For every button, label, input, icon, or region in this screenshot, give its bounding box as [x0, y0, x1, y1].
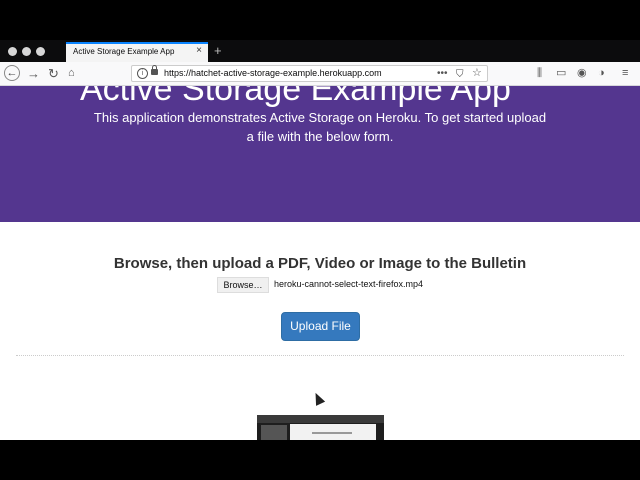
- menu-icon[interactable]: ≡: [622, 67, 628, 80]
- new-tab-icon[interactable]: +: [214, 43, 222, 58]
- browser-window: Active Storage Example App × + ← → ↻ ⌂ i…: [0, 40, 640, 440]
- upload-file-button[interactable]: Upload File: [281, 312, 360, 341]
- mouse-cursor-icon: [311, 390, 326, 406]
- star-icon[interactable]: ☆: [472, 67, 482, 80]
- home-icon[interactable]: ⌂: [68, 67, 75, 80]
- reload-icon[interactable]: ↻: [48, 67, 59, 80]
- selected-file-name: heroku-cannot-select-text-firefox.mp4: [274, 279, 424, 289]
- account-icon[interactable]: ◉: [577, 67, 587, 80]
- tab-strip: Active Storage Example App × +: [0, 40, 640, 62]
- browse-button[interactable]: Browse…: [217, 277, 269, 293]
- close-window-dot[interactable]: [8, 47, 17, 56]
- zoom-window-dot[interactable]: [36, 47, 45, 56]
- minimize-window-dot[interactable]: [22, 47, 31, 56]
- video-thumbnail[interactable]: [257, 415, 384, 440]
- url-bar[interactable]: i https://hatchet-active-storage-example…: [131, 65, 488, 82]
- thumbnail-document: [290, 424, 376, 440]
- url-text[interactable]: https://hatchet-active-storage-example.h…: [164, 68, 382, 78]
- extension-icon[interactable]: ◑: [598, 67, 605, 80]
- thumbnail-toolbar: [257, 415, 384, 423]
- hero-banner: Active Storage Example App This applicat…: [0, 86, 640, 222]
- forward-icon[interactable]: →: [27, 67, 40, 80]
- more-icon[interactable]: •••: [437, 67, 448, 80]
- upload-section: Browse, then upload a PDF, Video or Imag…: [0, 222, 640, 440]
- navigation-bar: ← → ↻ ⌂ i https://hatchet-active-storage…: [0, 62, 640, 86]
- page-title: Active Storage Example App: [80, 86, 511, 108]
- divider: [16, 355, 624, 356]
- tab-active-storage[interactable]: Active Storage Example App ×: [66, 42, 208, 62]
- pocket-icon[interactable]: ⛉: [456, 68, 464, 81]
- lock-icon: [151, 65, 158, 75]
- back-icon[interactable]: ←: [4, 65, 20, 81]
- thumbnail-line: [312, 432, 352, 434]
- sidebar-icon[interactable]: ▭: [556, 67, 566, 80]
- info-icon[interactable]: i: [137, 68, 148, 79]
- tab-title: Active Storage Example App: [73, 47, 175, 56]
- thumbnail-sidebar: [261, 425, 287, 440]
- hero-description: This application demonstrates Active Sto…: [93, 110, 547, 144]
- upload-heading: Browse, then upload a PDF, Video or Imag…: [113, 255, 527, 272]
- tab-close-icon[interactable]: ×: [196, 45, 202, 56]
- library-icon[interactable]: ⫼: [537, 67, 542, 80]
